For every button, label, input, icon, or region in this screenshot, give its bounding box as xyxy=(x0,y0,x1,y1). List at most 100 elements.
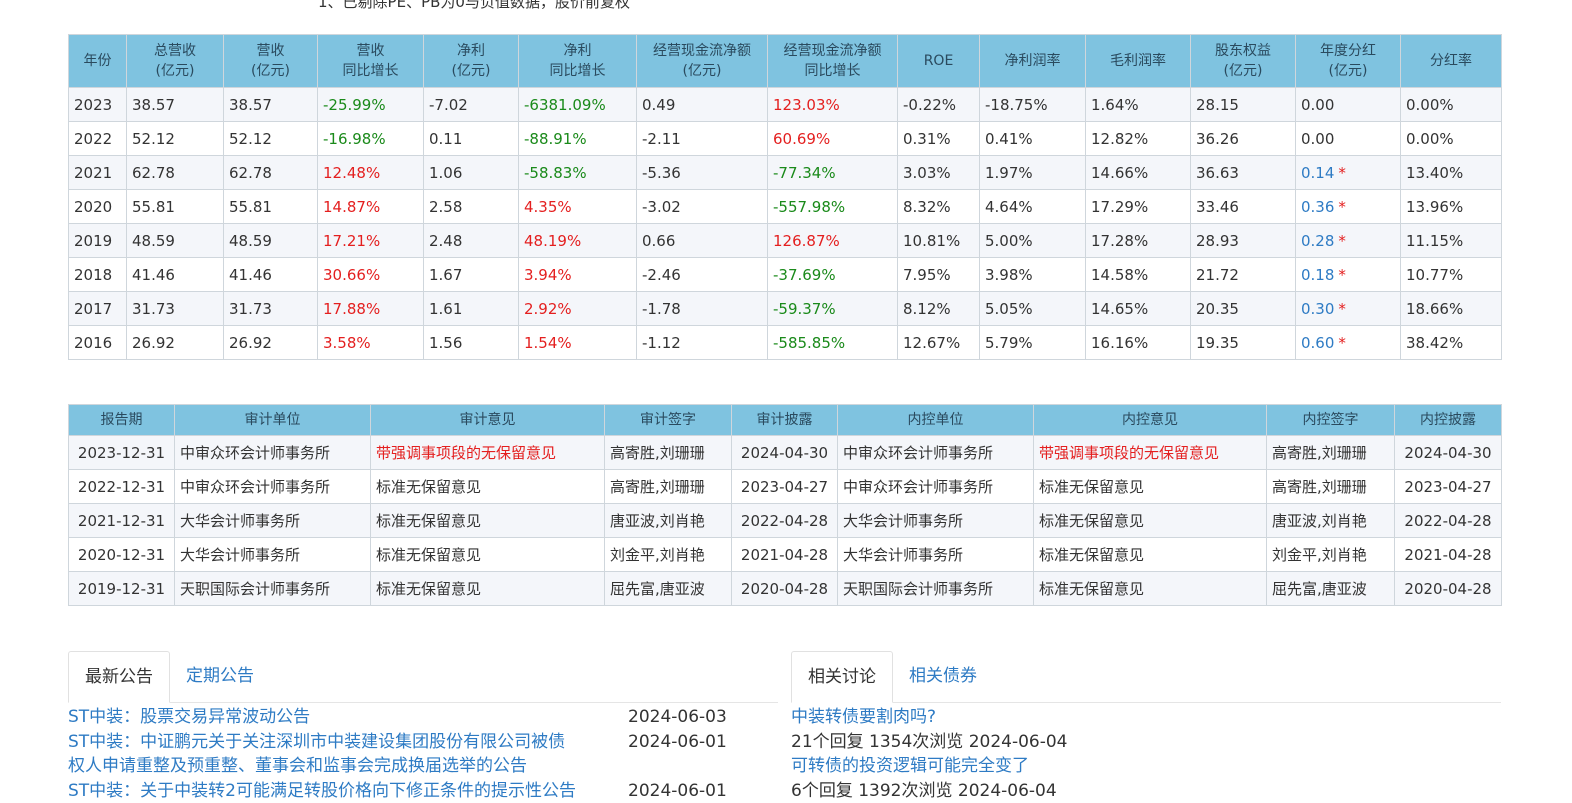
column-header: 审计披露 xyxy=(732,405,838,436)
revenue-cell: 55.81 xyxy=(224,190,318,224)
operating-cashflow-yoy-cell: 123.03% xyxy=(768,88,898,122)
ic-disclosure-cell: 2022-04-28 xyxy=(1395,504,1502,538)
table-row: 2023-12-31中审众环会计师事务所带强调事项段的无保留意见高寄胜,刘珊珊2… xyxy=(69,436,1502,470)
audit-opinion-cell: 标准无保留意见 xyxy=(371,470,605,504)
table-row: 201731.7331.7317.88%1.612.92%-1.78-59.37… xyxy=(69,292,1502,326)
announcement-tabs: 最新公告 定期公告 xyxy=(68,651,778,703)
discussion-title[interactable]: 可转债的投资逻辑可能完全变了 xyxy=(791,754,1501,779)
dividend-link[interactable]: 0.18 xyxy=(1301,266,1334,284)
tab-related-discussions[interactable]: 相关讨论 xyxy=(791,651,893,703)
net-margin-cell: -18.75% xyxy=(980,88,1086,122)
dividend-link[interactable]: 0.36 xyxy=(1301,198,1334,216)
column-header: 内控披露 xyxy=(1395,405,1502,436)
roe-cell: 7.95% xyxy=(898,258,980,292)
announcement-link[interactable]: ST中装：关于中装转2可能满足转股价格向下修正条件的提示性公告 xyxy=(68,779,576,803)
revenue-yoy-cell: -16.98% xyxy=(318,122,424,156)
dividend-link[interactable]: 0.60 xyxy=(1301,334,1334,352)
ic-firm-cell: 大华会计师事务所 xyxy=(838,538,1034,572)
report-period-cell: 2021-12-31 xyxy=(69,504,175,538)
revenue-yoy-cell: 3.58% xyxy=(318,326,424,360)
operating-cashflow-yoy-cell: 60.69% xyxy=(768,122,898,156)
payout-ratio-cell: 11.15% xyxy=(1401,224,1502,258)
column-header: 毛利润率 xyxy=(1086,35,1191,88)
net-profit-cell: -7.02 xyxy=(424,88,519,122)
operating-cashflow-cell: -2.46 xyxy=(637,258,768,292)
net-margin-cell: 5.00% xyxy=(980,224,1086,258)
column-header: 净利润率 xyxy=(980,35,1086,88)
column-header: 内控签字 xyxy=(1267,405,1395,436)
net-margin-cell: 4.64% xyxy=(980,190,1086,224)
column-header: 年度分红(亿元) xyxy=(1296,35,1401,88)
total-revenue-cell: 48.59 xyxy=(127,224,224,258)
ic-opinion-cell: 标准无保留意见 xyxy=(1034,538,1267,572)
year-cell: 2021 xyxy=(69,156,127,190)
announcement-date: 2024-06-01 xyxy=(628,779,778,803)
list-item: ST中装：关于中装转2可能满足转股价格向下修正条件的提示性公告 2024-06-… xyxy=(68,779,778,803)
ic-disclosure-cell: 2024-04-30 xyxy=(1395,436,1502,470)
equity-cell: 21.72 xyxy=(1191,258,1296,292)
payout-ratio-cell: 0.00% xyxy=(1401,122,1502,156)
total-revenue-cell: 62.78 xyxy=(127,156,224,190)
operating-cashflow-cell: -3.02 xyxy=(637,190,768,224)
audit-firm-cell: 中审众环会计师事务所 xyxy=(175,436,371,470)
year-cell: 2017 xyxy=(69,292,127,326)
total-revenue-cell: 52.12 xyxy=(127,122,224,156)
announcement-link[interactable]: ST中装：中证鹏元关于关注深圳市中装建设集团股份有限公司被债 xyxy=(68,730,565,755)
dividend-star: * xyxy=(1338,164,1346,182)
roe-cell: 8.12% xyxy=(898,292,980,326)
ic-opinion-cell: 标准无保留意见 xyxy=(1034,572,1267,606)
ic-signer-cell: 高寄胜,刘珊珊 xyxy=(1267,436,1395,470)
ic-firm-cell: 中审众环会计师事务所 xyxy=(838,436,1034,470)
ic-opinion-cell: 标准无保留意见 xyxy=(1034,504,1267,538)
net-profit-yoy-cell: -6381.09% xyxy=(519,88,637,122)
operating-cashflow-cell: -2.11 xyxy=(637,122,768,156)
dividend-link[interactable]: 0.14 xyxy=(1301,164,1334,182)
tab-related-bonds[interactable]: 相关债券 xyxy=(893,651,993,702)
column-header: 营收同比增长 xyxy=(318,35,424,88)
operating-cashflow-yoy-cell: -59.37% xyxy=(768,292,898,326)
top-note: 1、已剔除PE、PB为0与负值数据，股价前复权 xyxy=(318,0,630,12)
net-profit-yoy-cell: 2.92% xyxy=(519,292,637,326)
payout-ratio-cell: 18.66% xyxy=(1401,292,1502,326)
net-margin-cell: 0.41% xyxy=(980,122,1086,156)
discussion-title[interactable]: 中装转债要割肉吗? xyxy=(791,705,1501,730)
discussion-list: 中装转债要割肉吗? 21个回复 1354次浏览 2024-06-04 可转债的投… xyxy=(791,705,1501,803)
column-header: 经营现金流净额同比增长 xyxy=(768,35,898,88)
year-cell: 2020 xyxy=(69,190,127,224)
gross-margin-cell: 17.28% xyxy=(1086,224,1191,258)
payout-ratio-cell: 13.96% xyxy=(1401,190,1502,224)
equity-cell: 33.46 xyxy=(1191,190,1296,224)
operating-cashflow-yoy-cell: -557.98% xyxy=(768,190,898,224)
dividend-star: * xyxy=(1338,300,1346,318)
column-header: 内控意见 xyxy=(1034,405,1267,436)
gross-margin-cell: 16.16% xyxy=(1086,326,1191,360)
announcement-link[interactable]: 权人申请重整及预重整、董事会和监事会完成换届选举的公告 xyxy=(68,754,527,779)
column-header: 营收(亿元) xyxy=(224,35,318,88)
roe-cell: 3.03% xyxy=(898,156,980,190)
dividend-cell: 0.30* xyxy=(1296,292,1401,326)
revenue-yoy-cell: 14.87% xyxy=(318,190,424,224)
audit-table: 报告期审计单位审计意见审计签字审计披露内控单位内控意见内控签字内控披露 2023… xyxy=(68,404,1502,606)
net-profit-cell: 0.11 xyxy=(424,122,519,156)
column-header: 审计签字 xyxy=(605,405,732,436)
report-period-cell: 2020-12-31 xyxy=(69,538,175,572)
dividend-cell: 0.18* xyxy=(1296,258,1401,292)
tab-periodic-announcements[interactable]: 定期公告 xyxy=(170,651,270,702)
total-revenue-cell: 26.92 xyxy=(127,326,224,360)
operating-cashflow-cell: 0.49 xyxy=(637,88,768,122)
equity-cell: 36.63 xyxy=(1191,156,1296,190)
operating-cashflow-yoy-cell: 126.87% xyxy=(768,224,898,258)
announcement-list: ST中装：股票交易异常波动公告 2024-06-03 ST中装：中证鹏元关于关注… xyxy=(68,705,778,803)
dividend-link[interactable]: 0.30 xyxy=(1301,300,1334,318)
dividend-cell: 0.36* xyxy=(1296,190,1401,224)
equity-cell: 28.93 xyxy=(1191,224,1296,258)
dividend-link[interactable]: 0.28 xyxy=(1301,232,1334,250)
announcement-link[interactable]: ST中装：股票交易异常波动公告 xyxy=(68,705,310,730)
operating-cashflow-cell: -1.78 xyxy=(637,292,768,326)
total-revenue-cell: 41.46 xyxy=(127,258,224,292)
revenue-cell: 62.78 xyxy=(224,156,318,190)
operating-cashflow-yoy-cell: -77.34% xyxy=(768,156,898,190)
audit-firm-cell: 中审众环会计师事务所 xyxy=(175,470,371,504)
roe-cell: 8.32% xyxy=(898,190,980,224)
tab-latest-announcements[interactable]: 最新公告 xyxy=(68,651,170,703)
